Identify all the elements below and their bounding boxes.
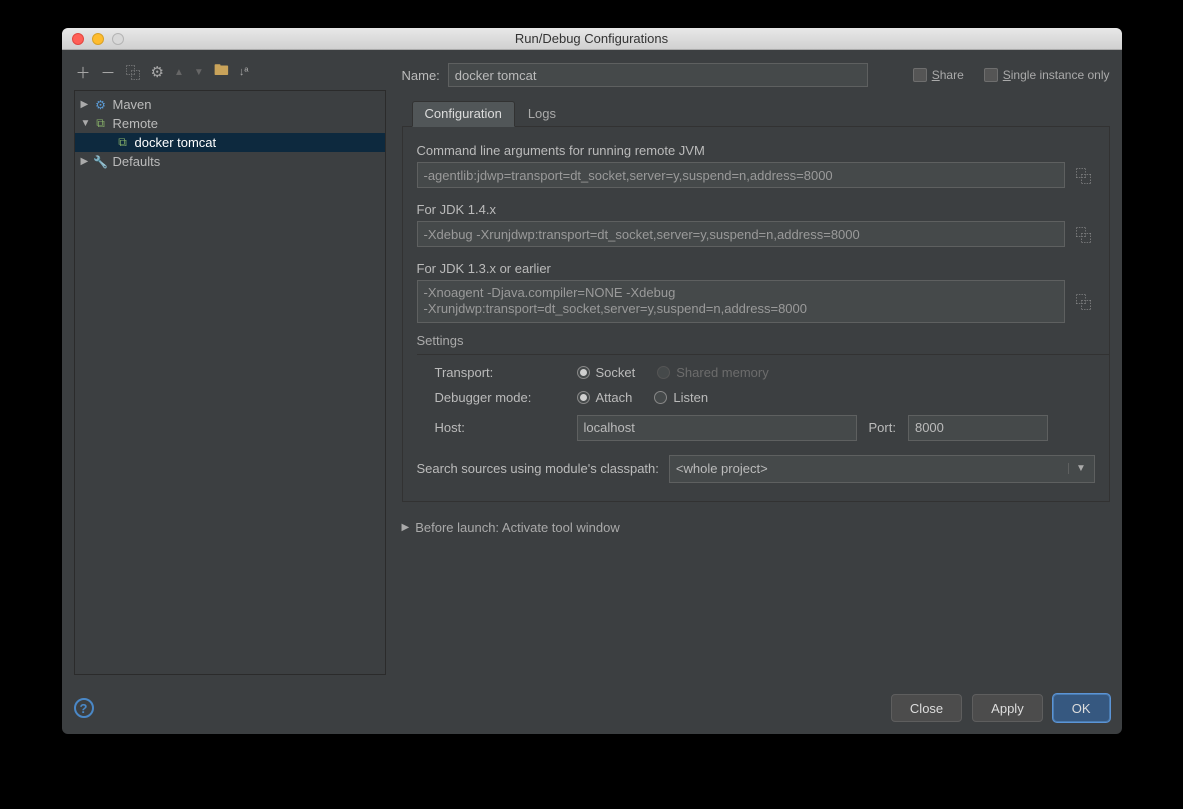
main-columns: ＋ － ⿻ ⚙ ▲ ▼ 🖿 ↓ª ▶ ⚙ Maven ▼ — [74, 60, 1110, 675]
settings-label: Settings — [417, 333, 1095, 348]
host-label: Host: — [435, 420, 565, 435]
tree-label: Defaults — [113, 154, 161, 169]
debugger-mode-label: Debugger mode: — [435, 390, 565, 405]
classpath-value: <whole project> — [676, 461, 768, 476]
classpath-select[interactable]: <whole project> ▼ — [669, 455, 1095, 483]
port-label: Port: — [869, 420, 896, 435]
tree-node-docker-tomcat[interactable]: ⧉ docker tomcat — [75, 133, 385, 152]
checkbox-icon — [913, 68, 927, 82]
chevron-right-icon: ▶ — [81, 156, 91, 167]
tree-label: Maven — [113, 97, 152, 112]
dialog-body: ＋ － ⿻ ⚙ ▲ ▼ 🖿 ↓ª ▶ ⚙ Maven ▼ — [62, 50, 1122, 734]
configuration-panel: Command line arguments for running remot… — [402, 127, 1110, 502]
host-port-row: Port: — [577, 415, 1095, 441]
chevron-right-icon: ▶ — [81, 99, 91, 110]
separator — [417, 354, 1109, 355]
jdk13-field[interactable]: -Xnoagent -Djava.compiler=NONE -Xdebug -… — [417, 280, 1065, 323]
close-window-icon[interactable] — [72, 33, 84, 45]
single-instance-label: Single instance only — [1003, 68, 1110, 82]
tab-logs[interactable]: Logs — [515, 101, 569, 126]
window-title: Run/Debug Configurations — [62, 31, 1122, 46]
debugger-mode-radios: Attach Listen — [577, 390, 1095, 405]
share-checkbox[interactable]: Share — [913, 68, 964, 82]
apply-button[interactable]: Apply — [972, 694, 1043, 722]
config-tree[interactable]: ▶ ⚙ Maven ▼ ⧉ Remote ⧉ docker tomcat ▶ — [74, 90, 386, 675]
add-config-button[interactable]: ＋ — [76, 62, 91, 83]
name-row: Name: Share Single instance only — [402, 60, 1110, 90]
config-list-toolbar: ＋ － ⿻ ⚙ ▲ ▼ 🖿 ↓ª — [74, 60, 386, 84]
debugger-attach-radio[interactable]: Attach — [577, 390, 633, 405]
port-input[interactable] — [908, 415, 1048, 441]
settings-grid: Transport: Socket Shared memory Deb — [417, 365, 1095, 441]
radio-icon — [654, 391, 667, 404]
zoom-window-icon[interactable] — [112, 33, 124, 45]
run-debug-configurations-window: Run/Debug Configurations ＋ － ⿻ ⚙ ▲ ▼ 🖿 ↓… — [62, 28, 1122, 734]
remote-icon: ⧉ — [93, 116, 109, 131]
tabs: Configuration Logs — [402, 100, 1110, 127]
before-launch-section[interactable]: ▶ Before launch: Activate tool window — [402, 520, 1110, 535]
move-down-button[interactable]: ▼ — [194, 67, 204, 78]
tab-configuration[interactable]: Configuration — [412, 101, 515, 127]
host-input[interactable] — [577, 415, 857, 441]
chevron-down-icon: ▼ — [1068, 463, 1088, 474]
right-column: Name: Share Single instance only Configu… — [402, 60, 1110, 535]
name-label: Name: — [402, 68, 440, 83]
minimize-window-icon[interactable] — [92, 33, 104, 45]
move-up-button[interactable]: ▲ — [174, 67, 184, 78]
classpath-label: Search sources using module's classpath: — [417, 461, 659, 476]
jdk13-label: For JDK 1.3.x or earlier — [417, 261, 1095, 276]
transport-radios: Socket Shared memory — [577, 365, 1095, 380]
copy-icon[interactable]: ⿻ — [1073, 290, 1095, 312]
ok-button[interactable]: OK — [1053, 694, 1110, 722]
jdk13-line1: -Xnoagent -Djava.compiler=NONE -Xdebug — [424, 285, 676, 301]
left-column: ＋ － ⿻ ⚙ ▲ ▼ 🖿 ↓ª ▶ ⚙ Maven ▼ — [74, 60, 386, 675]
titlebar: Run/Debug Configurations — [62, 28, 1122, 50]
checkbox-icon — [984, 68, 998, 82]
remove-config-button[interactable]: － — [101, 62, 116, 83]
cmd-args-field[interactable]: -agentlib:jdwp=transport=dt_socket,serve… — [417, 162, 1065, 188]
copy-icon[interactable]: ⿻ — [1073, 223, 1095, 245]
before-launch-label: Before launch: Activate tool window — [415, 520, 620, 535]
radio-label: Socket — [596, 365, 636, 380]
wrench-icon: 🔧 — [93, 155, 109, 169]
dialog-footer: ? Close Apply OK — [74, 684, 1110, 722]
transport-label: Transport: — [435, 365, 565, 380]
folder-button[interactable]: 🖿 — [214, 60, 229, 85]
name-input[interactable] — [448, 63, 868, 87]
jdk14-label: For JDK 1.4.x — [417, 202, 1095, 217]
window-controls — [62, 33, 124, 45]
copy-icon[interactable]: ⿻ — [1073, 164, 1095, 186]
radio-label: Shared memory — [676, 365, 768, 380]
edit-defaults-button[interactable]: ⚙ — [151, 63, 164, 81]
tree-label: Remote — [113, 116, 159, 131]
help-icon[interactable]: ? — [74, 698, 94, 718]
radio-label: Attach — [596, 390, 633, 405]
classpath-row: Search sources using module's classpath:… — [417, 455, 1095, 483]
tree-label: docker tomcat — [135, 135, 217, 150]
jdk14-field[interactable]: -Xdebug -Xrunjdwp:transport=dt_socket,se… — [417, 221, 1065, 247]
tree-node-maven[interactable]: ▶ ⚙ Maven — [75, 95, 385, 114]
debugger-listen-radio[interactable]: Listen — [654, 390, 708, 405]
radio-icon — [657, 366, 670, 379]
chevron-down-icon: ▼ — [81, 118, 91, 129]
share-label: Share — [932, 68, 964, 82]
tree-node-defaults[interactable]: ▶ 🔧 Defaults — [75, 152, 385, 171]
sort-button[interactable]: ↓ª — [239, 66, 249, 78]
cmd-args-label: Command line arguments for running remot… — [417, 143, 1095, 158]
close-button[interactable]: Close — [891, 694, 962, 722]
radio-icon — [577, 366, 590, 379]
jdk13-line2: -Xrunjdwp:transport=dt_socket,server=y,s… — [424, 301, 808, 317]
transport-shared-radio: Shared memory — [657, 365, 768, 380]
tree-node-remote[interactable]: ▼ ⧉ Remote — [75, 114, 385, 133]
radio-icon — [577, 391, 590, 404]
radio-label: Listen — [673, 390, 708, 405]
remote-config-icon: ⧉ — [115, 135, 131, 150]
copy-config-button[interactable]: ⿻ — [126, 62, 141, 83]
chevron-right-icon: ▶ — [402, 522, 410, 533]
single-instance-checkbox[interactable]: Single instance only — [984, 68, 1110, 82]
transport-socket-radio[interactable]: Socket — [577, 365, 636, 380]
maven-icon: ⚙ — [93, 98, 109, 112]
